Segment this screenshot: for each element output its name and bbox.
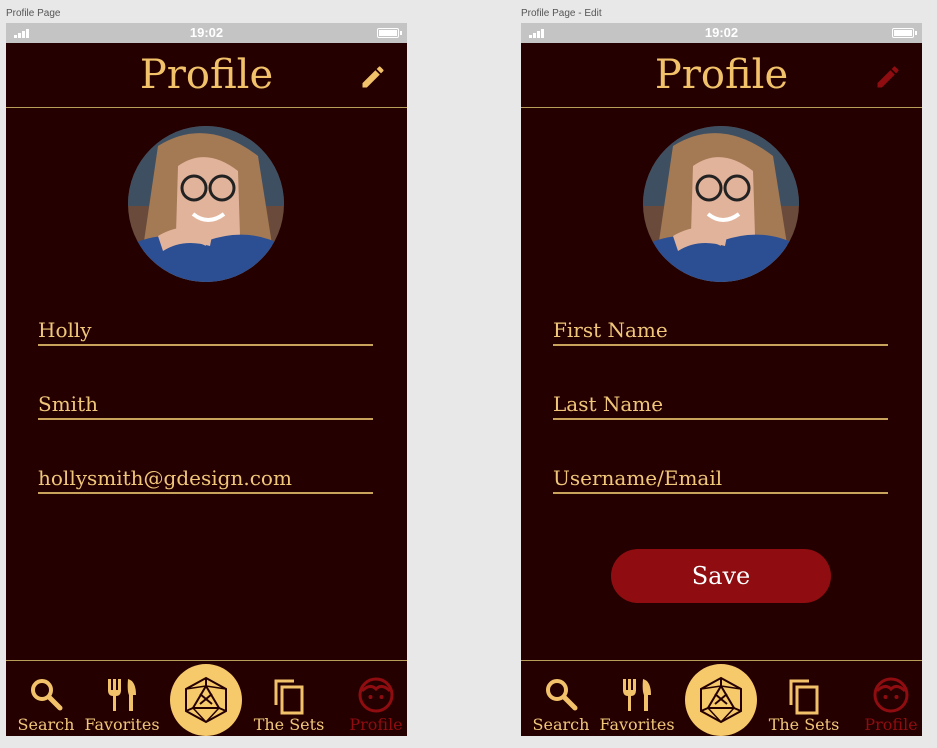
avatar	[128, 126, 284, 282]
avatar[interactable]	[643, 126, 799, 282]
search-icon	[31, 679, 63, 711]
center-action-button[interactable]	[685, 664, 757, 736]
copy-icon	[274, 679, 304, 715]
tab-favorites[interactable]: Favorites	[82, 661, 162, 736]
email-value: hollysmith@gdesign.com	[38, 466, 292, 490]
tab-profile-label: Profile	[349, 715, 403, 734]
d20-dice-icon	[700, 676, 742, 724]
artboard-label: Profile Page	[6, 8, 61, 19]
email-field[interactable]: hollysmith@gdesign.com	[38, 466, 373, 494]
face-icon	[358, 677, 394, 713]
phone-screen-profile-edit: 19:02 Profile First Name Last Name Usern…	[521, 23, 922, 736]
pencil-icon[interactable]	[874, 63, 902, 91]
fork-knife-icon	[108, 679, 136, 711]
tab-favorites-label: Favorites	[599, 715, 675, 734]
last-name-placeholder: Last Name	[553, 392, 664, 416]
tab-the-sets-label: The Sets	[253, 715, 325, 734]
tab-search[interactable]: Search	[6, 661, 86, 736]
status-bar: 19:02	[521, 23, 922, 43]
tab-the-sets[interactable]: The Sets	[764, 661, 844, 736]
artboard-label: Profile Page - Edit	[521, 8, 602, 19]
tab-the-sets-label: The Sets	[768, 715, 840, 734]
email-placeholder: Username/Email	[553, 466, 723, 490]
fork-knife-icon	[623, 679, 651, 711]
phone-screen-profile: 19:02 Profile Holly Smith hollysmith@gde…	[6, 23, 407, 736]
save-button[interactable]: Save	[611, 549, 831, 603]
status-time: 19:02	[189, 25, 224, 40]
first-name-field[interactable]: Holly	[38, 318, 373, 346]
face-icon	[873, 677, 909, 713]
status-time: 19:02	[704, 25, 739, 40]
tab-search-label: Search	[532, 715, 590, 734]
tab-profile[interactable]: Profile	[851, 661, 922, 736]
tab-the-sets[interactable]: The Sets	[249, 661, 329, 736]
tab-bar: Search Favorites The Sets Profile	[521, 660, 922, 736]
header: Profile	[6, 43, 407, 108]
last-name-field[interactable]: Smith	[38, 392, 373, 420]
status-bar: 19:02	[6, 23, 407, 43]
battery-icon	[377, 28, 402, 38]
tab-search[interactable]: Search	[521, 661, 601, 736]
tab-profile[interactable]: Profile	[336, 661, 407, 736]
email-input[interactable]: Username/Email	[553, 466, 888, 494]
last-name-value: Smith	[38, 392, 98, 416]
first-name-placeholder: First Name	[553, 318, 668, 342]
d20-dice-icon	[185, 676, 227, 724]
tab-profile-label: Profile	[864, 715, 918, 734]
tab-favorites[interactable]: Favorites	[597, 661, 677, 736]
center-action-button[interactable]	[170, 664, 242, 736]
last-name-input[interactable]: Last Name	[553, 392, 888, 420]
pencil-icon[interactable]	[359, 63, 387, 91]
tab-search-label: Search	[17, 715, 75, 734]
tab-favorites-label: Favorites	[84, 715, 160, 734]
search-icon	[546, 679, 578, 711]
page-title: Profile	[654, 52, 789, 98]
first-name-value: Holly	[38, 318, 92, 342]
first-name-input[interactable]: First Name	[553, 318, 888, 346]
page-title: Profile	[139, 52, 274, 98]
tab-bar: Search Favorites The Sets Profile	[6, 660, 407, 736]
battery-icon	[892, 28, 917, 38]
copy-icon	[789, 679, 819, 715]
header: Profile	[521, 43, 922, 108]
